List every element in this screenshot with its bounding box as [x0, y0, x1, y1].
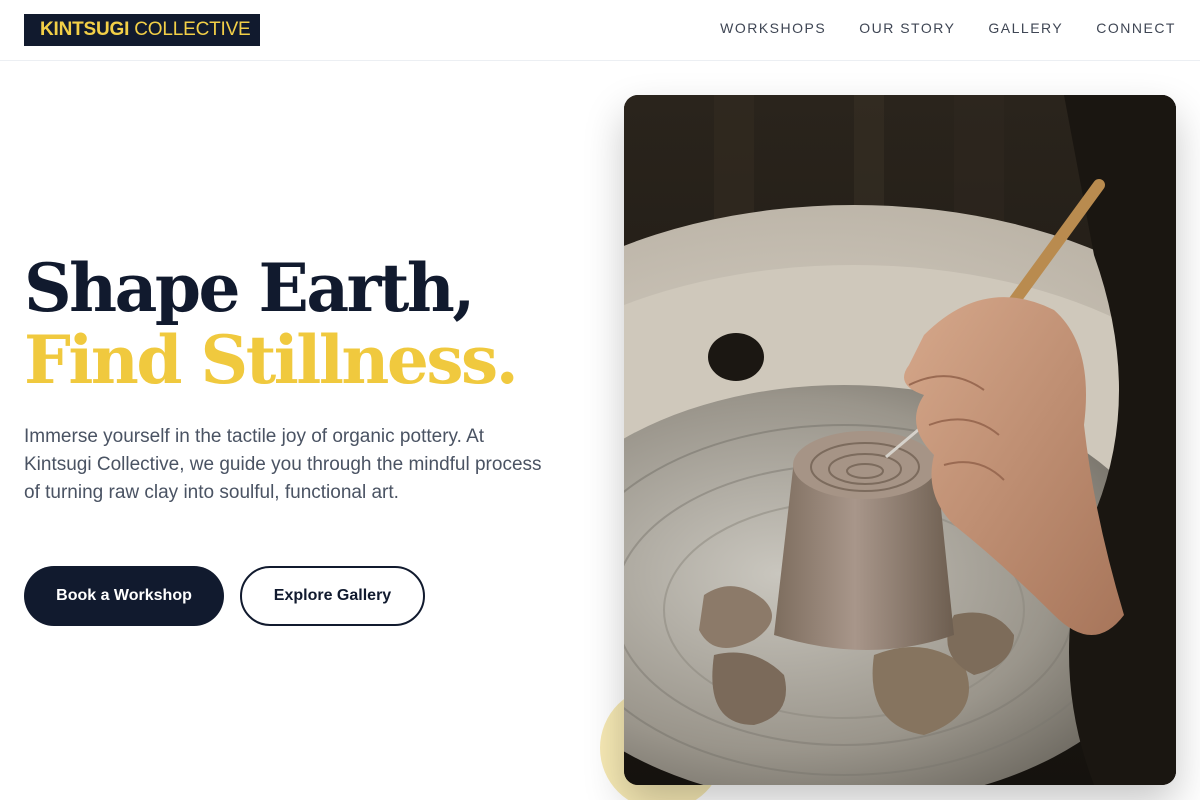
- nav-our-story[interactable]: OUR STORY: [859, 19, 955, 37]
- brand-logo[interactable]: KINTSUGI COLLECTIVE: [24, 14, 260, 46]
- pottery-wheel-photo: [624, 95, 1176, 785]
- brand-name-light: COLLECTIVE: [129, 19, 251, 40]
- explore-gallery-button[interactable]: Explore Gallery: [240, 566, 425, 626]
- book-workshop-button[interactable]: Book a Workshop: [24, 566, 224, 626]
- hero-description: Immerse yourself in the tactile joy of o…: [24, 426, 542, 503]
- nav-connect[interactable]: CONNECT: [1096, 19, 1176, 37]
- brand-name-bold: KINTSUGI: [40, 19, 130, 40]
- top-nav: KINTSUGI COLLECTIVE WORKSHOPS OUR STORY …: [0, 0, 1200, 61]
- nav-gallery[interactable]: GALLERY: [988, 19, 1063, 37]
- nav-links: WORKSHOPS OUR STORY GALLERY CONNECT: [687, 19, 1176, 37]
- nav-workshops[interactable]: WORKSHOPS: [720, 19, 826, 37]
- headline-line-2: Find Stillness.: [24, 321, 519, 399]
- headline-line-1: Shape Earth,: [24, 249, 475, 327]
- hero-headline: Shape Earth, Find Stillness.: [24, 249, 519, 399]
- pottery-illustration: [624, 95, 1176, 785]
